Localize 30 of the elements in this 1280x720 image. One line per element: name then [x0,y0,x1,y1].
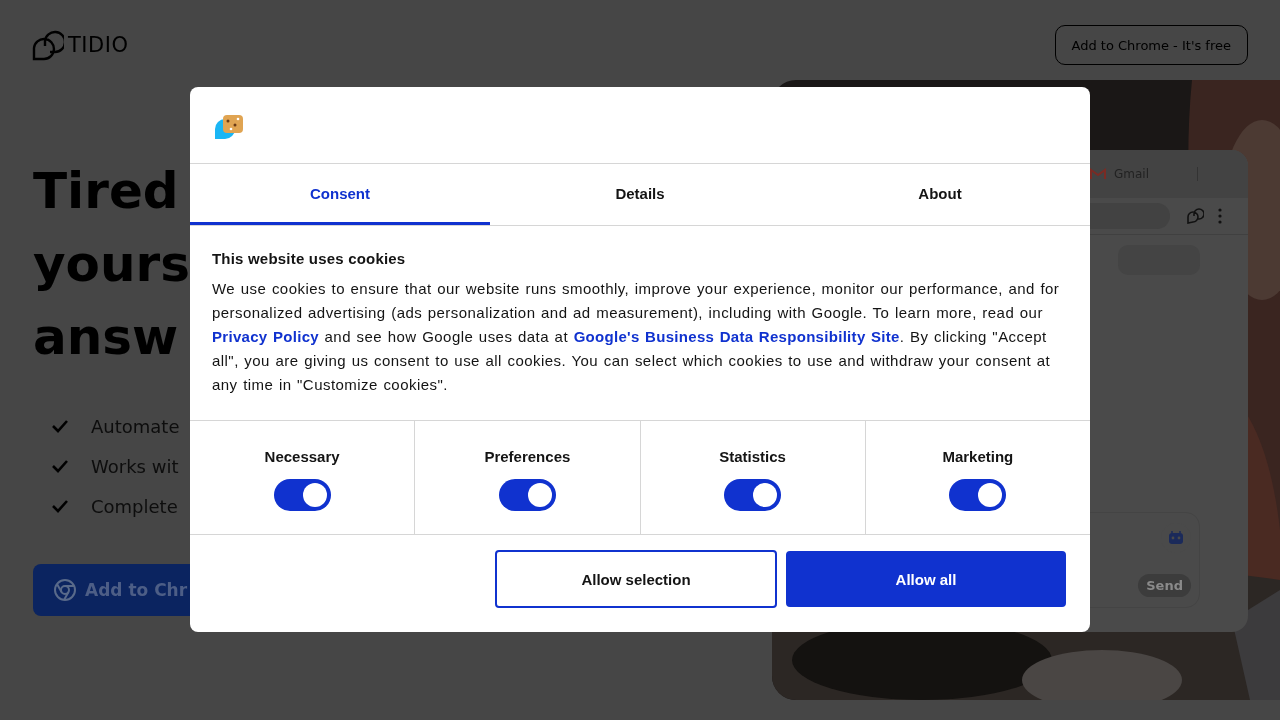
allow-selection-button[interactable]: Allow selection [495,550,777,608]
feature-text: Automate [91,415,180,437]
toggle-switch[interactable] [949,479,1007,511]
check-icon [51,459,69,473]
feature-text: Complete [91,495,178,517]
allow-all-button[interactable]: Allow all [786,551,1066,607]
check-icon [51,419,69,433]
category-label: Preferences [484,448,571,465]
category-label: Marketing [942,448,1014,465]
toggle-switch[interactable] [724,479,782,511]
logo-text: TIDIO [68,33,129,57]
logo-icon [32,29,64,61]
toggle-switch[interactable] [273,479,331,511]
consent-text: We use cookies to ensure that our website runs smoothly, improve your experience, monitor our performance, and for personalized advertising (ads personalization and ad measurement), including with Google. To learn more, read our Privacy Policy and see how Google uses data at Google's Business Data Responsibility Site. By clicking "Accept all", you are giving us consent to use all cookies. You can select which cookies to use and withdraw your consent at any time in "Customize cookies". [212,279,1061,395]
dialog-tab[interactable]: About [790,164,1090,225]
dialog-title: This website uses cookies [212,250,407,267]
privacy-policy-link[interactable]: Privacy Policy [212,328,319,345]
dialog-tab[interactable]: Consent [190,164,490,225]
data-responsibility-link[interactable]: Google's Business Data Responsibility Site [573,328,900,345]
headline-text: Tired [33,161,179,222]
mail-icon [1090,168,1106,180]
headline-text: yours [33,234,190,295]
dialog-tab[interactable]: Details [490,164,790,225]
category-label: Necessary [264,448,340,465]
headline-text: answ [33,307,179,368]
toggle-switch[interactable] [498,479,556,511]
check-icon [51,499,69,513]
category-label: Statistics [719,448,786,465]
feature-text: Works wit [91,455,179,477]
chrome-icon [53,578,77,602]
